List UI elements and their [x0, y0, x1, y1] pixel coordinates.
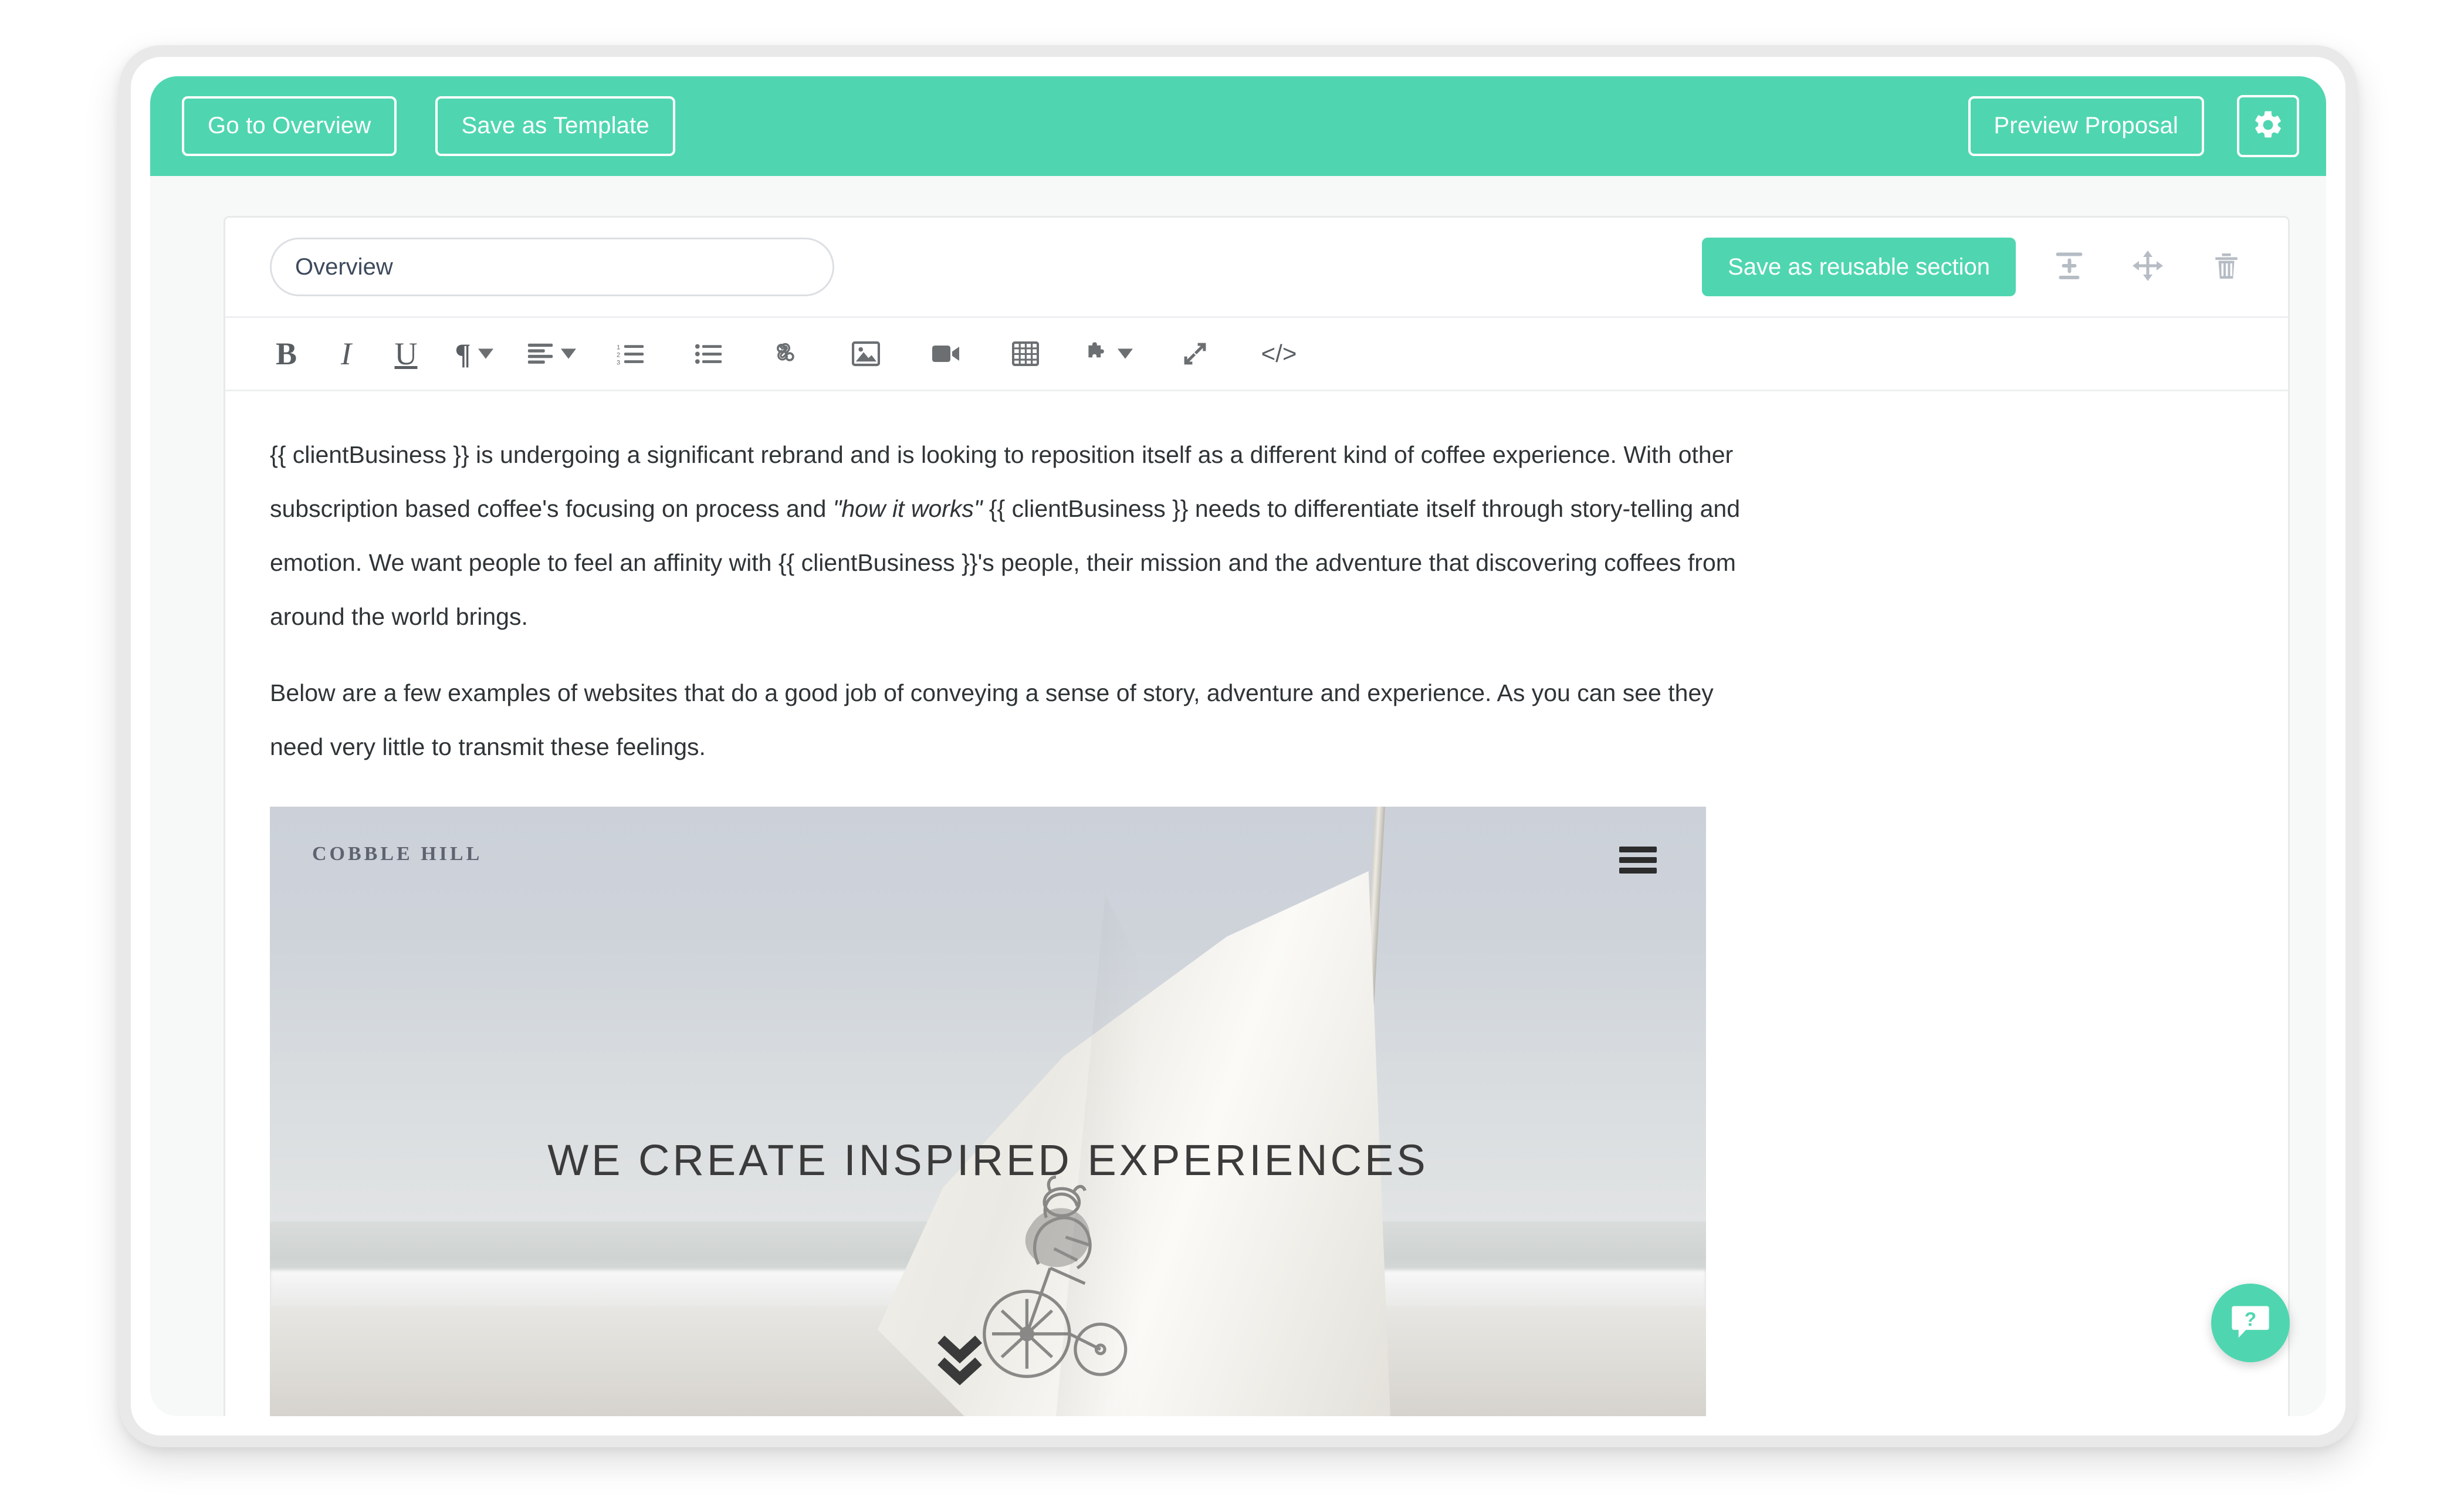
cobble-hill-logo: COBBLE HILL	[312, 843, 483, 865]
hamburger-menu-icon[interactable]	[1619, 847, 1657, 874]
hamburger-bar	[1619, 857, 1657, 863]
bold-icon: B	[275, 336, 297, 371]
hamburger-bar	[1619, 868, 1657, 874]
svg-text:2: 2	[617, 352, 620, 359]
settings-button[interactable]	[2237, 95, 2299, 157]
svg-text:?: ?	[2245, 1308, 2256, 1330]
paragraph-format-button[interactable]: ¶	[436, 316, 512, 391]
section-editor-card: Save as reusable section	[224, 216, 2290, 1416]
fullscreen-button[interactable]	[1152, 316, 1238, 391]
puzzle-plugin-icon	[1085, 341, 1111, 367]
save-as-template-button[interactable]: Save as Template	[435, 96, 675, 156]
fullscreen-icon	[1182, 340, 1209, 367]
collapse-section-button[interactable]	[2044, 242, 2094, 292]
svg-text:1: 1	[617, 344, 620, 351]
double-chevron-down-icon	[936, 1335, 984, 1386]
hamburger-bar	[1619, 847, 1657, 852]
header-right-actions: Preview Proposal	[1968, 95, 2301, 157]
preview-proposal-button[interactable]: Preview Proposal	[1968, 96, 2204, 156]
gear-icon	[2252, 109, 2284, 144]
code-view-icon: </>	[1261, 340, 1297, 367]
insert-image-button[interactable]	[826, 316, 906, 391]
ordered-list-button[interactable]: 1 2 3	[591, 316, 670, 391]
go-to-overview-button[interactable]: Go to Overview	[182, 96, 397, 156]
save-as-reusable-section-button[interactable]: Save as reusable section	[1702, 238, 2016, 296]
move-section-button[interactable]	[2123, 242, 2173, 292]
trash-icon	[2209, 248, 2244, 286]
paragraph-icon: ¶	[455, 337, 471, 370]
paragraph-1-quote: "how it works"	[832, 495, 983, 522]
rich-text-toolbar: B I U ¶ 1 2 3 </>	[225, 316, 2288, 391]
image-icon	[852, 341, 880, 367]
browser-window-frame: Go to Overview Save as Template Preview …	[119, 45, 2357, 1447]
chevron-down-icon	[561, 346, 576, 361]
delete-section-button[interactable]	[2201, 242, 2252, 292]
unordered-list-icon	[695, 341, 723, 366]
insert-table-button[interactable]	[986, 316, 1065, 391]
insert-link-button[interactable]	[747, 316, 826, 391]
link-icon	[773, 340, 800, 367]
table-icon	[1012, 341, 1039, 366]
section-title-input[interactable]	[270, 238, 834, 296]
paragraph-1: {{ clientBusiness }} is undergoing a sig…	[270, 428, 1748, 644]
video-icon	[932, 343, 960, 364]
align-button[interactable]	[512, 316, 591, 391]
underline-button[interactable]: U	[375, 316, 436, 391]
bold-button[interactable]: B	[256, 316, 317, 391]
insert-video-button[interactable]	[906, 316, 986, 391]
chevron-down-icon	[478, 346, 493, 361]
underline-icon: U	[394, 336, 418, 371]
embedded-website-screenshot[interactable]: COBBLE HILL WE CREATE INSPIRED EXPERIENC…	[270, 807, 1706, 1416]
code-view-button[interactable]: </>	[1238, 316, 1320, 391]
unordered-list-button[interactable]	[670, 316, 747, 391]
paragraph-2: Below are a few examples of websites tha…	[270, 679, 1714, 760]
header-left-actions: Go to Overview Save as Template	[182, 96, 675, 156]
align-left-icon	[527, 342, 554, 365]
plugin-button[interactable]	[1065, 316, 1152, 391]
help-chat-bubble-icon: ?	[2228, 1299, 2273, 1347]
app-header-bar: Go to Overview Save as Template Preview …	[150, 76, 2326, 176]
ordered-list-icon: 1 2 3	[617, 341, 645, 366]
svg-text:3: 3	[617, 359, 620, 366]
italic-icon: I	[341, 336, 351, 371]
app-viewport: Go to Overview Save as Template Preview …	[150, 76, 2326, 1416]
section-action-group: Save as reusable section	[1702, 238, 2265, 296]
italic-button[interactable]: I	[317, 316, 375, 391]
website-headline: WE CREATE INSPIRED EXPERIENCES	[547, 1136, 1429, 1184]
help-button[interactable]: ?	[2211, 1284, 2290, 1362]
collapse-expand-icon	[2052, 248, 2087, 286]
document-body[interactable]: {{ clientBusiness }} is undergoing a sig…	[225, 391, 2288, 1416]
section-header-row: Save as reusable section	[225, 218, 2288, 316]
move-drag-icon	[2130, 248, 2165, 286]
chevron-down-icon	[1118, 346, 1133, 361]
